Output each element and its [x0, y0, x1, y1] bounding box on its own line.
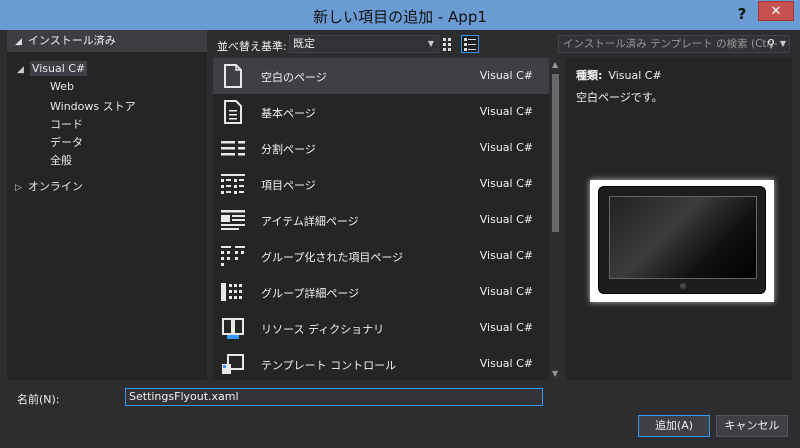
template-list-scrollbar[interactable]: ▲ ▼ — [549, 58, 562, 380]
type-label: 種類: — [576, 69, 603, 82]
template-language: Visual C# — [479, 357, 533, 370]
template-row[interactable]: 空白のページ Visual C# — [213, 58, 549, 94]
template-language: Visual C# — [479, 249, 533, 262]
name-label: 名前(N): — [17, 393, 60, 406]
scrollbar-thumb[interactable] — [552, 74, 559, 232]
scroll-up-icon[interactable]: ▲ — [552, 60, 558, 69]
list-view-icon — [464, 38, 476, 51]
cancel-button[interactable]: キャンセル — [716, 415, 788, 437]
tablet-preview-icon — [598, 186, 766, 294]
template-language: Visual C# — [479, 69, 533, 82]
tree-item-data[interactable]: データ — [50, 134, 83, 150]
close-button[interactable]: ✕ — [758, 1, 794, 21]
installed-header-label: インストール済み — [27, 34, 116, 47]
template-list: 空白のページ Visual C# 基本ページ Visual C# 分割ページ V… — [213, 58, 549, 380]
group-detail-page-icon — [221, 283, 242, 301]
template-name: 項目ページ — [261, 179, 316, 192]
template-toolbar: 並べ替え基準: 既定 ▼ インストール済み テンプレート の検索 (Ctrl- … — [207, 30, 800, 58]
template-language: Visual C# — [479, 321, 533, 334]
resource-dictionary-icon — [222, 318, 244, 339]
template-language: Visual C# — [479, 141, 533, 154]
template-name: テンプレート コントロール — [261, 359, 397, 372]
type-value: Visual C# — [608, 69, 662, 82]
title-bar: 新しい項目の追加 - App1 ? ✕ — [0, 0, 800, 30]
small-icons-view-button[interactable] — [440, 35, 458, 53]
template-row[interactable]: テンプレート コントロール Visual C# — [213, 346, 549, 380]
template-preview-image — [590, 180, 774, 302]
tree-item-online[interactable]: ▷ オンライン — [15, 178, 83, 194]
items-page-icon — [221, 174, 245, 194]
template-name: アイテム詳細ページ — [261, 215, 359, 228]
basic-page-icon — [224, 100, 242, 124]
tree-item-windows-store[interactable]: Windows ストア — [50, 98, 136, 114]
sort-label: 並べ替え基準: — [217, 40, 287, 53]
template-detail-pane: 種類: Visual C# 空白ページです。 — [566, 58, 792, 380]
tree-item-label: Visual C# — [29, 61, 88, 76]
template-name: グループ詳細ページ — [261, 287, 360, 300]
sort-value: 既定 — [293, 37, 315, 50]
template-name: リソース ディクショナリ — [261, 323, 385, 336]
search-placeholder: インストール済み テンプレート の検索 (Ctrl- — [563, 38, 778, 50]
tree-item-visual-csharp[interactable]: ◢ Visual C# — [17, 61, 88, 76]
expand-arrow-icon: ◢ — [17, 65, 24, 75]
sort-dropdown[interactable]: 既定 ▼ — [289, 35, 439, 53]
installed-header[interactable]: ◢ インストール済み — [7, 30, 207, 52]
search-icon[interactable]: ⚲ — [767, 36, 775, 52]
template-language: Visual C# — [479, 177, 533, 190]
chevron-down-icon[interactable]: ▼ — [780, 36, 786, 52]
blank-page-icon — [224, 64, 242, 88]
template-row[interactable]: アイテム詳細ページ Visual C# — [213, 202, 549, 238]
split-page-icon — [221, 141, 245, 156]
template-name: 基本ページ — [261, 107, 316, 120]
chevron-down-icon: ▼ — [427, 39, 434, 48]
template-name: グループ化された項目ページ — [261, 251, 404, 264]
tree-item-web[interactable]: Web — [50, 80, 74, 93]
add-button[interactable]: 追加(A) — [638, 415, 710, 437]
template-row[interactable]: グループ詳細ページ Visual C# — [213, 274, 549, 310]
tree-item-label: オンライン — [27, 180, 83, 193]
template-type: 種類: Visual C# — [576, 67, 662, 83]
tree-item-general[interactable]: 全般 — [50, 152, 72, 168]
tablet-home-button — [680, 283, 686, 289]
window-title: 新しい項目の追加 - App1 — [313, 8, 487, 26]
template-search-input[interactable]: インストール済み テンプレート の検索 (Ctrl- ⚲ ▼ — [558, 35, 790, 53]
template-row[interactable]: リソース ディクショナリ Visual C# — [213, 310, 549, 346]
template-row[interactable]: 基本ページ Visual C# — [213, 94, 549, 130]
name-input[interactable]: SettingsFlyout.xaml — [125, 388, 543, 406]
help-button[interactable]: ? — [732, 4, 752, 24]
template-row[interactable]: 項目ページ Visual C# — [213, 166, 549, 202]
tablet-screen — [609, 196, 757, 279]
template-description: 空白ページです。 — [576, 91, 663, 104]
grid-view-icon — [443, 38, 451, 51]
grouped-items-page-icon — [221, 246, 245, 266]
list-view-button[interactable] — [461, 35, 479, 53]
scroll-down-icon[interactable]: ▼ — [552, 369, 558, 378]
template-language: Visual C# — [479, 285, 533, 298]
item-detail-page-icon — [221, 210, 245, 230]
template-row[interactable]: 分割ページ Visual C# — [213, 130, 549, 166]
template-language: Visual C# — [479, 105, 533, 118]
collapse-arrow-icon: ◢ — [15, 37, 22, 47]
template-name: 分割ページ — [261, 143, 316, 156]
template-name: 空白のページ — [261, 71, 327, 84]
templated-control-icon — [222, 354, 244, 374]
expand-arrow-icon: ▷ — [15, 183, 22, 193]
template-row[interactable]: グループ化された項目ページ Visual C# — [213, 238, 549, 274]
category-pane: ◢ インストール済み ◢ Visual C# Web Windows ストア コード… — [7, 30, 207, 380]
template-language: Visual C# — [479, 213, 533, 226]
tree-item-code[interactable]: コード — [50, 116, 83, 132]
